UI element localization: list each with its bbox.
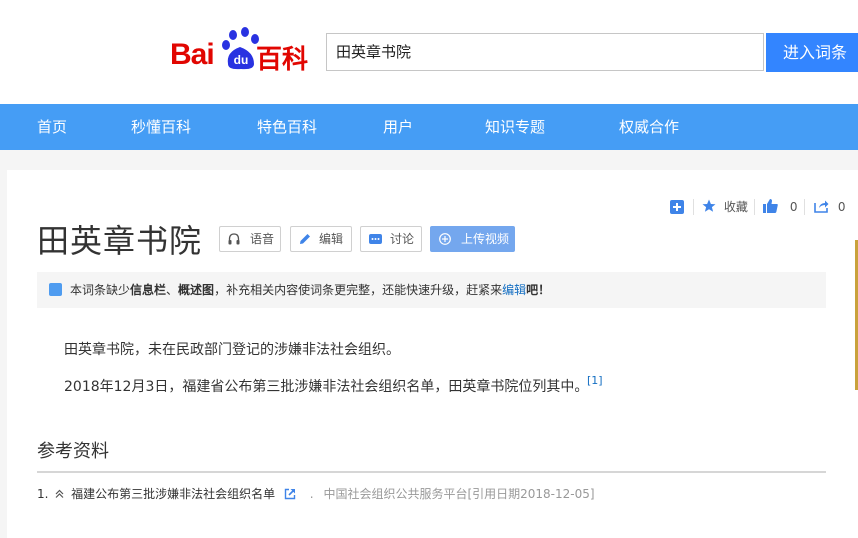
notice-middle: ，补充相关内容使词条更完整，还能快速升级，赶紧来 (214, 283, 503, 297)
search-input[interactable]: 田英章书院 (326, 33, 764, 71)
like-count: 0 (789, 200, 798, 214)
share-icon (814, 200, 829, 213)
share-count: 0 (837, 200, 846, 214)
main-nav: 首页 秒懂百科 特色百科 用户 知识专题 权威合作 (0, 104, 858, 150)
nav-item-topics[interactable]: 知识专题 (485, 104, 545, 150)
notice-missing-summary-image: 概述图 (178, 283, 215, 297)
upload-video-button[interactable]: 上传视频 (430, 226, 515, 252)
reference-index: 1. (37, 487, 49, 501)
citation-link[interactable]: [1] (587, 374, 603, 387)
share-button[interactable]: 0 (814, 198, 845, 216)
references-divider (37, 471, 826, 473)
nav-item-miaodong[interactable]: 秒懂百科 (131, 104, 191, 150)
reference-title-link[interactable]: 福建公布第三批涉嫌非法社会组织名单 (71, 487, 275, 501)
notice-separator: 、 (166, 283, 179, 297)
page-title: 田英章书院 (37, 222, 203, 260)
logo-du-text: du (234, 53, 249, 67)
plus-circle-icon (439, 233, 451, 245)
entry-paragraph: 2018年12月3日，福建省公布第三批涉嫌非法社会组织名单，田英章书院位列其中。 (64, 379, 589, 395)
edit-label: 编辑 (319, 232, 344, 246)
logo-baike-text: 百科 (256, 45, 309, 75)
edit-notice-icon (49, 283, 62, 296)
discuss-label: 讨论 (390, 232, 415, 246)
edit-button[interactable]: 编辑 (290, 226, 352, 252)
nav-item-authority[interactable]: 权威合作 (619, 104, 679, 150)
action-divider (754, 199, 755, 215)
reference-item: 1. 福建公布第三批涉嫌非法社会组织名单 . 中国社会组织公共服务平台[引用日期… (37, 486, 595, 502)
notice-prefix: 本词条缺少 (70, 283, 131, 297)
discuss-button[interactable]: 讨论 (360, 226, 422, 252)
external-link-icon[interactable] (284, 488, 296, 500)
headphones-icon (228, 233, 240, 245)
pencil-icon (300, 234, 310, 244)
notice-edit-link[interactable]: 编辑 (502, 283, 526, 297)
reference-source: 中国社会组织公共服务平台[引用日期2018-12-05] (323, 487, 595, 501)
favorite-label: 收藏 (723, 200, 748, 214)
add-icon[interactable] (670, 200, 684, 214)
star-icon (702, 199, 716, 212)
upload-video-label: 上传视频 (461, 232, 510, 246)
header: Bai du 百科 田英章书院 进入词条 (0, 0, 858, 104)
chat-icon (369, 234, 382, 244)
action-divider (693, 199, 694, 215)
notice-suffix: 吧！ (526, 283, 551, 297)
jump-up-icon[interactable] (55, 489, 64, 498)
thumbs-up-icon (763, 199, 778, 213)
like-button[interactable]: 0 (763, 198, 797, 216)
favorite-button[interactable]: 收藏 (702, 198, 748, 216)
voice-button[interactable]: 语音 (219, 226, 281, 252)
baidu-baike-logo[interactable]: Bai du 百科 (170, 26, 310, 76)
notice-missing-infobox: 信息栏 (130, 283, 167, 297)
notice-text: 本词条缺少信息栏、概述图，补充相关内容使词条更完整，还能快速升级，赶紧来编辑吧！ (70, 272, 550, 308)
nav-item-users[interactable]: 用户 (383, 104, 413, 150)
reference-dot: . (309, 487, 314, 501)
voice-label: 语音 (250, 232, 275, 246)
action-divider (804, 199, 805, 215)
nav-item-home[interactable]: 首页 (37, 104, 67, 150)
incomplete-entry-notice: 本词条缺少信息栏、概述图，补充相关内容使词条更完整，还能快速升级，赶紧来编辑吧！ (37, 272, 826, 308)
enter-entry-button[interactable]: 进入词条 (766, 33, 858, 72)
nav-item-featured[interactable]: 特色百科 (257, 104, 317, 150)
logo-text: Bai (170, 38, 215, 71)
entry-paragraph: 田英章书院，未在民政部门登记的涉嫌非法社会组织。 (64, 342, 400, 358)
references-heading: 参考资料 (37, 441, 109, 462)
